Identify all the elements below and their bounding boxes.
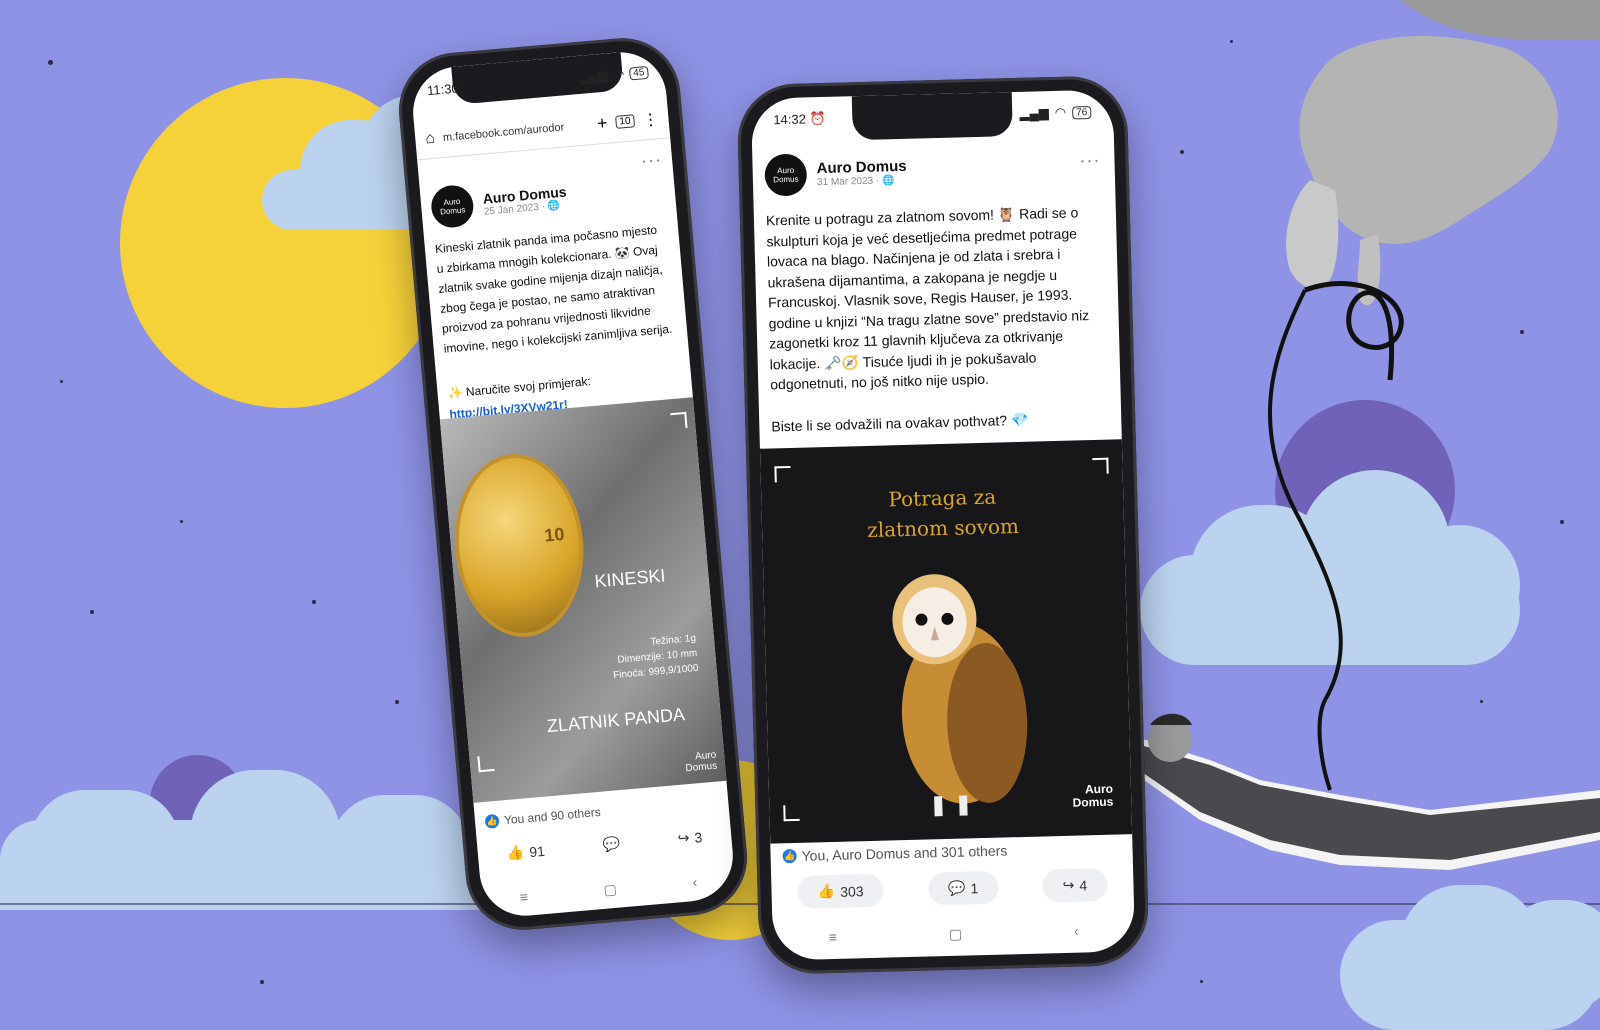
image-title-bottom: ZLATNIK PANDA — [546, 704, 686, 737]
battery-indicator: 76 — [1071, 105, 1092, 119]
share-button[interactable]: ↪ 4 — [1042, 867, 1108, 903]
reactions-summary[interactable]: 👍 You, Auro Domus and 301 others — [782, 842, 1007, 864]
like-icon: 👍 — [782, 848, 797, 864]
share-button[interactable]: ↪ 3 — [677, 828, 703, 847]
reactions-summary[interactable]: 👍 You and 90 others — [484, 805, 601, 829]
home-button-icon[interactable]: ▢ — [603, 881, 618, 899]
comment-icon: 💬 — [601, 835, 621, 853]
battery-indicator: 45 — [628, 65, 649, 81]
phone-left: 11:30 ▂▄▆ ◠ 45 ⌂ m.facebook.com/aurodor … — [394, 33, 752, 935]
home-icon[interactable]: ⌂ — [425, 129, 436, 148]
recents-icon[interactable]: ≡ — [519, 889, 529, 907]
recents-icon[interactable]: ≡ — [829, 929, 838, 946]
like-button[interactable]: 👍 303 — [797, 873, 885, 909]
gold-coin: 10 — [451, 453, 587, 638]
spec-weight: Težina: 1g — [650, 632, 697, 648]
avatar[interactable]: Auro Domus — [764, 153, 808, 197]
share-icon: ↪ — [1062, 876, 1075, 893]
wifi-icon: ◠ — [612, 65, 625, 82]
back-icon[interactable]: ‹ — [1074, 923, 1079, 940]
post-image-gold-panda[interactable]: 10 KINESKI Težina: 1g Dimenzije: 10 mm F… — [439, 397, 727, 803]
like-icon: 👍 — [817, 882, 836, 900]
post-options-icon[interactable]: ··· — [640, 149, 663, 172]
plus-icon[interactable]: + — [596, 113, 608, 135]
wifi-icon: ◠ — [1054, 104, 1067, 120]
post-text: Kineski zlatnik panda ima počasno mjesto… — [434, 222, 673, 356]
image-title-line1: Potraga za — [888, 484, 997, 512]
home-button-icon[interactable]: ▢ — [949, 926, 963, 943]
like-icon: 👍 — [484, 813, 500, 829]
back-icon[interactable]: ‹ — [692, 874, 698, 891]
comment-icon: 💬 — [947, 879, 966, 896]
comment-button[interactable]: 💬 — [602, 835, 621, 853]
phone-right: 14:32 ⏰ ▂▄▆ ◠ 76 ··· Auro Domus Auro Dom… — [736, 75, 1150, 975]
comment-button[interactable]: 💬 1 — [927, 870, 999, 906]
alarm-icon: ⏰ — [809, 110, 826, 127]
globe-icon: 🌐 — [547, 199, 561, 212]
post-actions: 👍 91 💬 ↪ 3 — [477, 826, 732, 865]
image-title-line2: zlatnom sovom — [866, 514, 1020, 542]
post-header-right: Auro Domus Auro Domus 31 Mar 2023 · 🌐 — [764, 151, 907, 197]
tabs-icon[interactable]: 10 — [614, 114, 636, 129]
post-image-golden-owl[interactable]: Potraga za zlatnom sovom Auro Domus — [759, 439, 1133, 844]
spec-fineness: Finoća: 999,9/1000 — [612, 662, 700, 682]
post-question: Biste li se odvažili na ovakav pothvat? … — [771, 411, 1029, 435]
status-right-right: ▂▄▆ ◠ 76 — [1019, 104, 1092, 122]
signal-icon: ▂▄▆ — [1019, 105, 1049, 121]
status-time-right: 14:32 ⏰ — [773, 110, 826, 128]
hand-with-string-illustration — [1267, 0, 1600, 791]
coin-value: 10 — [543, 523, 566, 546]
post-options-icon[interactable]: ··· — [1079, 150, 1101, 172]
post-header-left: Auro Domus Auro Domus 25 Jan 2023 · 🌐 — [429, 176, 569, 230]
phone-left-screen: 11:30 ▂▄▆ ◠ 45 ⌂ m.facebook.com/aurodor … — [409, 48, 737, 920]
brand-logo: Auro Domus — [1072, 781, 1114, 810]
like-icon: 👍 — [506, 843, 525, 862]
like-button[interactable]: 👍 91 — [506, 842, 545, 862]
android-navbar: ≡ ▢ ‹ — [481, 870, 736, 909]
avatar[interactable]: Auro Domus — [429, 183, 476, 230]
post-date: 31 Mar 2023 · 🌐 — [816, 175, 895, 189]
android-navbar: ≡ ▢ ‹ — [773, 921, 1135, 947]
owl-illustration — [892, 574, 1028, 817]
more-icon[interactable]: ⋮ — [642, 109, 660, 130]
status-time: 11:30 — [426, 80, 460, 99]
brand-logo: Auro Domus — [685, 749, 718, 775]
phone-right-notch — [851, 92, 1013, 141]
browser-toolbar: ⌂ m.facebook.com/aurodor + 10 ⋮ — [413, 98, 671, 161]
phone-right-screen: 14:32 ⏰ ▂▄▆ ◠ 76 ··· Auro Domus Auro Dom… — [750, 89, 1136, 961]
url-bar[interactable]: m.facebook.com/aurodor — [442, 119, 589, 144]
share-icon: ↪ — [677, 829, 691, 847]
signal-icon: ▂▄▆ — [578, 67, 609, 85]
globe-icon: 🌐 — [881, 175, 895, 187]
post-actions: 👍 303 💬 1 ↪ 4 — [775, 867, 1130, 909]
post-text: Krenite u potragu za zlatnom sovom! 🦉 Ra… — [765, 204, 1090, 393]
image-title-top: KINESKI — [593, 565, 667, 592]
